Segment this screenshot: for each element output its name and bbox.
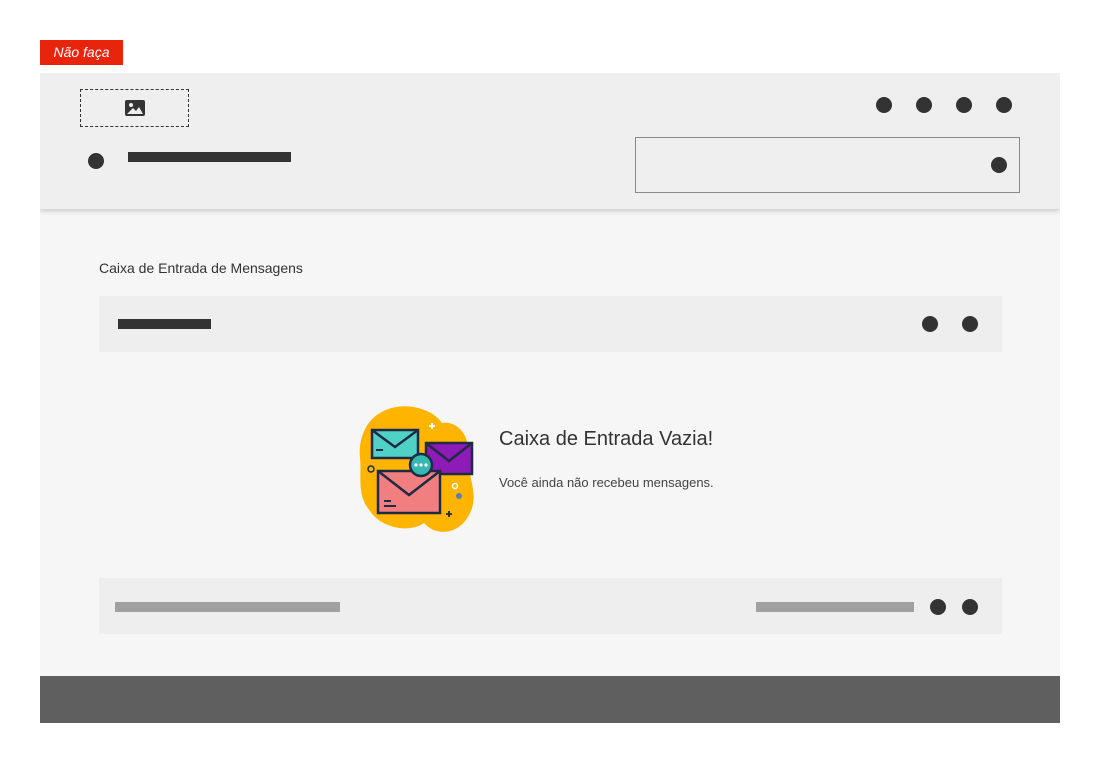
toolbar-action-1-icon[interactable] — [922, 316, 938, 332]
empty-state: Caixa de Entrada Vazia! Você ainda não r… — [358, 403, 778, 538]
pagination-info-placeholder — [115, 602, 340, 612]
dont-do-label: Não faça — [40, 40, 123, 65]
header — [40, 73, 1060, 209]
pagination-label-placeholder — [756, 602, 914, 612]
empty-state-message: Você ainda não recebeu mensagens. — [499, 475, 714, 490]
image-icon — [124, 100, 145, 116]
nav-title-placeholder — [128, 152, 291, 162]
next-page-icon[interactable] — [962, 599, 978, 615]
search-input[interactable] — [635, 137, 1020, 193]
header-action-3-icon[interactable] — [956, 97, 972, 113]
header-action-2-icon[interactable] — [916, 97, 932, 113]
footer — [40, 676, 1060, 723]
header-action-4-icon[interactable] — [996, 97, 1012, 113]
logo-placeholder[interactable] — [80, 89, 189, 127]
inbox-toolbar — [99, 296, 1002, 352]
search-icon[interactable] — [991, 157, 1007, 173]
app-frame: Caixa de Entrada de Mensagens Caixa de E… — [40, 73, 1060, 723]
prev-page-icon[interactable] — [930, 599, 946, 615]
inbox-pagination — [99, 578, 1002, 634]
menu-icon[interactable] — [88, 153, 104, 169]
toolbar-label-placeholder — [118, 319, 211, 329]
page-title: Caixa de Entrada de Mensagens — [99, 260, 303, 276]
empty-state-title: Caixa de Entrada Vazia! — [499, 428, 714, 450]
header-action-1-icon[interactable] — [876, 97, 892, 113]
envelopes-icon — [359, 406, 474, 532]
toolbar-action-2-icon[interactable] — [962, 316, 978, 332]
